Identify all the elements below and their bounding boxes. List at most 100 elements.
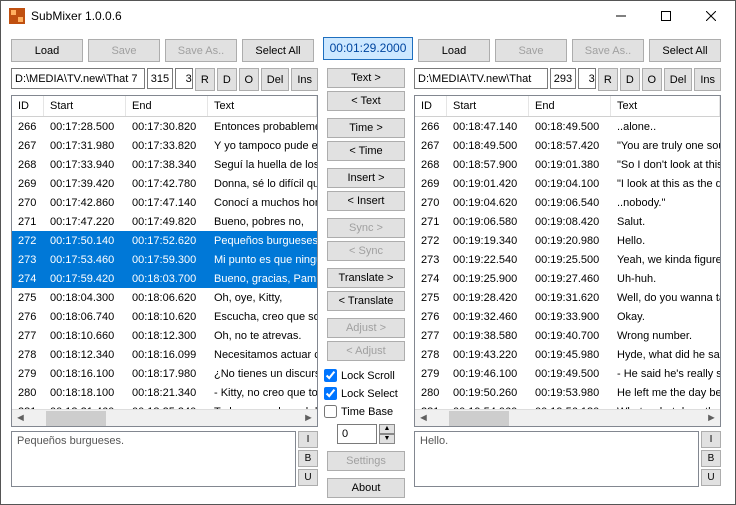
left-d-button[interactable]: D bbox=[217, 68, 237, 91]
table-row[interactable]: 27000:17:42.86000:17:47.140Conocí a much… bbox=[12, 193, 317, 212]
minimize-button[interactable] bbox=[598, 2, 643, 30]
titlebar: SubMixer 1.0.0.6 bbox=[1, 1, 735, 31]
left-save-button[interactable]: Save bbox=[88, 39, 160, 62]
left-del-button[interactable]: Del bbox=[261, 68, 290, 91]
table-row[interactable]: 27400:17:59.42000:18:03.700Bueno, gracia… bbox=[12, 269, 317, 288]
table-row[interactable]: 27100:19:06.58000:19:08.420Salut. bbox=[415, 212, 720, 231]
offset-spinner[interactable] bbox=[337, 424, 377, 444]
table-row[interactable]: 27300:17:53.46000:17:59.300Mi punto es q… bbox=[12, 250, 317, 269]
right-ins-button[interactable]: Ins bbox=[694, 68, 721, 91]
table-row[interactable]: 26700:18:49.50000:18:57.420"You are trul… bbox=[415, 136, 720, 155]
maximize-button[interactable] bbox=[643, 2, 688, 30]
table-row[interactable]: 26800:18:57.90000:19:01.380"So I don't l… bbox=[415, 155, 720, 174]
left-r-button[interactable]: R bbox=[195, 68, 215, 91]
table-row[interactable]: 28000:18:18.10000:18:21.340- Kitty, no c… bbox=[12, 383, 317, 402]
col-start[interactable]: Start bbox=[44, 96, 126, 116]
about-button[interactable]: About bbox=[327, 478, 405, 498]
left-count[interactable] bbox=[147, 68, 173, 89]
table-row[interactable]: 28100:19:54.06000:19:56.180What.. what d… bbox=[415, 402, 720, 409]
table-row[interactable]: 27000:19:04.62000:19:06.540..nobody." bbox=[415, 193, 720, 212]
right-num2[interactable] bbox=[578, 68, 596, 89]
table-row[interactable]: 27500:19:28.42000:19:31.620Well, do you … bbox=[415, 288, 720, 307]
table-row[interactable]: 27600:18:06.74000:18:10.620Escucha, creo… bbox=[12, 307, 317, 326]
insert-back-button[interactable]: < Insert bbox=[327, 191, 405, 211]
left-underline-button[interactable]: U bbox=[298, 469, 318, 486]
left-path-input[interactable] bbox=[11, 68, 145, 89]
right-hscroll[interactable]: ◄► bbox=[415, 409, 720, 426]
adjust-fwd-button[interactable]: Adjust > bbox=[327, 318, 405, 338]
right-grid[interactable]: ID Start End Text 26600:18:47.14000:18:4… bbox=[414, 95, 721, 427]
right-count[interactable] bbox=[550, 68, 576, 89]
table-row[interactable]: 26600:17:28.50000:17:30.820Entonces prob… bbox=[12, 117, 317, 136]
left-o-button[interactable]: O bbox=[239, 68, 259, 91]
insert-fwd-button[interactable]: Insert > bbox=[327, 168, 405, 188]
table-row[interactable]: 27900:19:46.10000:19:49.500- He said he'… bbox=[415, 364, 720, 383]
table-row[interactable]: 27700:18:10.66000:18:12.300Oh, no te atr… bbox=[12, 326, 317, 345]
right-o-button[interactable]: O bbox=[642, 68, 662, 91]
table-row[interactable]: 27800:19:43.22000:19:45.980Hyde, what di… bbox=[415, 345, 720, 364]
table-row[interactable]: 27200:17:50.14000:17:52.620Pequeños burg… bbox=[12, 231, 317, 250]
left-italic-button[interactable]: I bbox=[298, 431, 318, 448]
left-hscroll[interactable]: ◄► bbox=[12, 409, 317, 426]
right-preview[interactable]: Hello. bbox=[414, 431, 699, 487]
sync-fwd-button[interactable]: Sync > bbox=[327, 218, 405, 238]
table-row[interactable]: 27400:19:25.90000:19:27.460Uh-huh. bbox=[415, 269, 720, 288]
right-save-button[interactable]: Save bbox=[495, 39, 567, 62]
sync-back-button[interactable]: < Sync bbox=[327, 241, 405, 261]
time-back-button[interactable]: < Time bbox=[327, 141, 405, 161]
time-base-check[interactable]: Time Base bbox=[324, 404, 408, 419]
left-bold-button[interactable]: B bbox=[298, 450, 318, 467]
text-back-button[interactable]: < Text bbox=[327, 91, 405, 111]
left-preview[interactable]: Pequeños burgueses. bbox=[11, 431, 296, 487]
left-load-button[interactable]: Load bbox=[11, 39, 83, 62]
table-row[interactable]: 28100:18:21.46000:18:25.340Todos, escuch… bbox=[12, 402, 317, 409]
left-ins-button[interactable]: Ins bbox=[291, 68, 318, 91]
table-row[interactable]: 26900:17:39.42000:17:42.780Donna, sé lo … bbox=[12, 174, 317, 193]
table-row[interactable]: 27800:18:12.34000:18:16.099Necesitamos a… bbox=[12, 345, 317, 364]
left-selectall-button[interactable]: Select All bbox=[242, 39, 314, 62]
time-fwd-button[interactable]: Time > bbox=[327, 118, 405, 138]
center-panel: Text > < Text Time > < Time Insert > < I… bbox=[324, 68, 408, 498]
table-row[interactable]: 26600:18:47.14000:18:49.500..alone.. bbox=[415, 117, 720, 136]
table-row[interactable]: 26700:17:31.98000:17:33.820Y yo tampoco … bbox=[12, 136, 317, 155]
table-row[interactable]: 28000:19:50.26000:19:53.980He left me th… bbox=[415, 383, 720, 402]
col-id[interactable]: ID bbox=[12, 96, 44, 116]
col-end[interactable]: End bbox=[126, 96, 208, 116]
table-row[interactable]: 27500:18:04.30000:18:06.620Oh, oye, Kitt… bbox=[12, 288, 317, 307]
right-underline-button[interactable]: U bbox=[701, 469, 721, 486]
table-row[interactable]: 27200:19:19.34000:19:20.980Hello. bbox=[415, 231, 720, 250]
right-r-button[interactable]: R bbox=[598, 68, 618, 91]
col-id[interactable]: ID bbox=[415, 96, 447, 116]
col-start[interactable]: Start bbox=[447, 96, 529, 116]
adjust-back-button[interactable]: < Adjust bbox=[327, 341, 405, 361]
left-grid[interactable]: ID Start End Text 26600:17:28.50000:17:3… bbox=[11, 95, 318, 427]
settings-button[interactable]: Settings bbox=[327, 451, 405, 471]
table-row[interactable]: 27100:17:47.22000:17:49.820Bueno, pobres… bbox=[12, 212, 317, 231]
left-num2[interactable] bbox=[175, 68, 193, 89]
table-row[interactable]: 27300:19:22.54000:19:25.500Yeah, we kind… bbox=[415, 250, 720, 269]
col-text[interactable]: Text bbox=[611, 96, 720, 116]
right-selectall-button[interactable]: Select All bbox=[649, 39, 721, 62]
close-button[interactable] bbox=[688, 2, 733, 30]
table-row[interactable]: 27600:19:32.46000:19:33.900Okay. bbox=[415, 307, 720, 326]
lock-select-check[interactable]: Lock Select bbox=[324, 386, 408, 401]
table-row[interactable]: 26900:19:01.42000:19:04.100"I look at th… bbox=[415, 174, 720, 193]
right-bold-button[interactable]: B bbox=[701, 450, 721, 467]
text-fwd-button[interactable]: Text > bbox=[327, 68, 405, 88]
right-saveas-button[interactable]: Save As.. bbox=[572, 39, 644, 62]
lock-scroll-check[interactable]: Lock Scroll bbox=[324, 368, 408, 383]
right-italic-button[interactable]: I bbox=[701, 431, 721, 448]
right-load-button[interactable]: Load bbox=[418, 39, 490, 62]
translate-fwd-button[interactable]: Translate > bbox=[327, 268, 405, 288]
col-text[interactable]: Text bbox=[208, 96, 317, 116]
right-d-button[interactable]: D bbox=[620, 68, 640, 91]
table-row[interactable]: 27900:18:16.10000:18:17.980¿No tienes un… bbox=[12, 364, 317, 383]
col-end[interactable]: End bbox=[529, 96, 611, 116]
right-path-input[interactable] bbox=[414, 68, 548, 89]
translate-back-button[interactable]: < Translate bbox=[327, 291, 405, 311]
spinner-buttons[interactable]: ▲▼ bbox=[379, 424, 395, 444]
table-row[interactable]: 27700:19:38.58000:19:40.700Wrong number. bbox=[415, 326, 720, 345]
left-saveas-button[interactable]: Save As.. bbox=[165, 39, 237, 62]
right-del-button[interactable]: Del bbox=[664, 68, 693, 91]
table-row[interactable]: 26800:17:33.94000:17:38.340Seguí la huel… bbox=[12, 155, 317, 174]
